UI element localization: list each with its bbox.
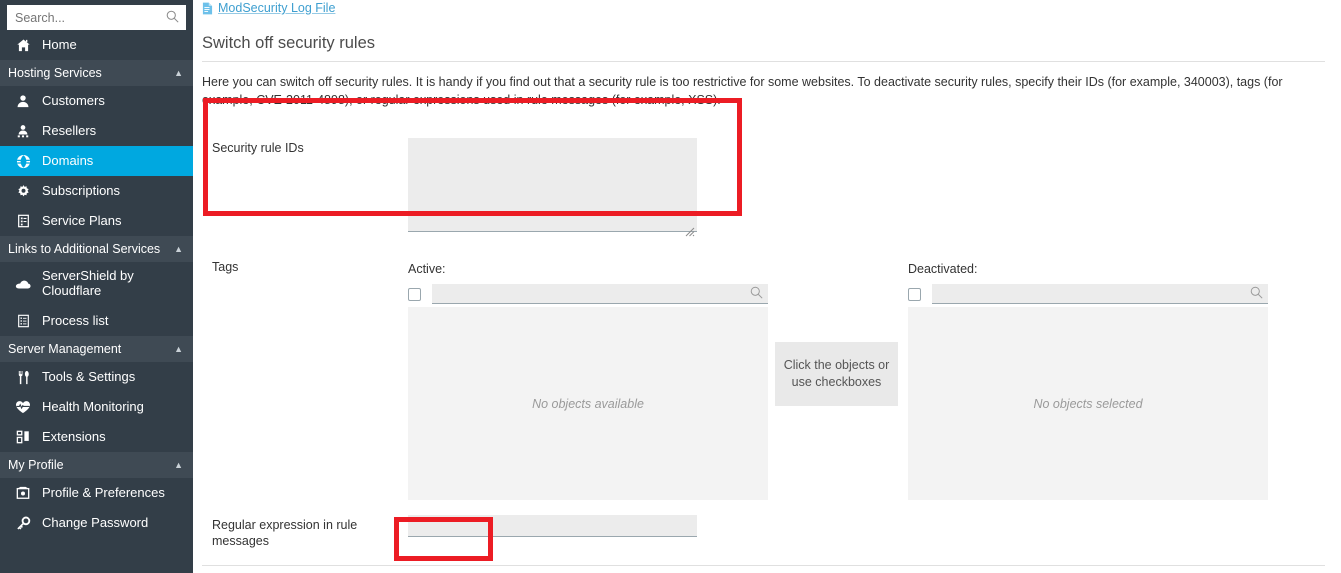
active-pane-empty-text: No objects available [532, 396, 644, 411]
chevron-up-icon: ▲ [174, 459, 183, 470]
chevron-up-icon: ▲ [174, 343, 183, 354]
user-icon [12, 94, 34, 108]
sidebar-item-tools-and-settings[interactable]: Tools & Settings [0, 362, 193, 392]
tags-dual-list: Active: No objects available Click the o… [408, 262, 1268, 500]
deactivated-pane-label: Deactivated: [908, 262, 978, 276]
dual-list-hint: Click the objects or use checkboxes [775, 342, 898, 406]
main-content: ModSecurity Log File Switch off security… [193, 0, 1341, 573]
sidebar-item-profile-and-preferences[interactable]: Profile & Preferences [0, 478, 193, 508]
sidebar-item-domains[interactable]: Domains [0, 146, 193, 176]
security-rule-ids-row: Security rule IDs [202, 125, 1325, 237]
sidebar-section-my-profile[interactable]: My Profile ▲ [0, 452, 193, 478]
sidebar-item-label: Resellers [42, 122, 97, 138]
active-pane-label: Active: [408, 262, 446, 276]
active-pane: Active: No objects available [408, 262, 768, 500]
reseller-icon [12, 124, 34, 138]
gear-icon [12, 184, 34, 199]
sidebar-item-home[interactable]: Home [0, 30, 193, 60]
breadcrumb-modsecurity-log-file[interactable]: ModSecurity Log File [202, 0, 335, 15]
regex-label: Regular expression in rule messages [212, 518, 358, 548]
search-input[interactable] [7, 5, 186, 30]
form-area: Security rule IDs Tags Active: No object… [202, 125, 1325, 573]
deactivated-pane-empty-text: No objects selected [1033, 396, 1143, 411]
sidebar-item-label: Domains [42, 152, 94, 168]
key-icon [12, 516, 34, 531]
active-select-all-checkbox[interactable] [408, 287, 421, 301]
search-icon [1250, 286, 1263, 304]
page-description: Here you can switch off security rules. … [202, 75, 1283, 107]
sidebar-section-links-to-additional-services[interactable]: Links to Additional Services ▲ [0, 236, 193, 262]
deactivated-pane-body[interactable]: No objects selected [908, 307, 1268, 500]
active-search-field[interactable] [432, 284, 768, 304]
sidebar-item-servershield-by-cloudflare[interactable]: ServerShield by Cloudflare [0, 262, 193, 306]
active-pane-body[interactable]: No objects available [408, 307, 768, 500]
cloud-icon [12, 278, 34, 290]
active-search-input[interactable] [432, 284, 768, 303]
extensions-icon [12, 430, 34, 444]
security-rule-ids-field[interactable] [408, 138, 697, 237]
deactivated-pane-search-row [908, 284, 1268, 304]
sidebar-item-resellers[interactable]: Resellers [0, 116, 193, 146]
heart-pulse-icon [12, 400, 34, 414]
sidebar-section-label: My Profile [8, 458, 64, 472]
sidebar-item-change-password[interactable]: Change Password [0, 508, 193, 538]
log-file-icon [202, 2, 213, 15]
sidebar-item-customers[interactable]: Customers [0, 86, 193, 116]
chevron-up-icon: ▲ [174, 243, 183, 254]
sidebar-search[interactable] [7, 5, 186, 30]
sidebar-section-server-management[interactable]: Server Management ▲ [0, 336, 193, 362]
sidebar-item-label: Service Plans [42, 212, 122, 228]
sidebar: Home Hosting Services ▲ Customers Resell… [0, 0, 193, 573]
sidebar-item-label: Customers [42, 92, 105, 108]
sidebar-section-hosting-services[interactable]: Hosting Services ▲ [0, 60, 193, 86]
sidebar-item-label: Home [42, 36, 77, 52]
regex-input[interactable] [408, 515, 697, 537]
list-icon [12, 314, 34, 328]
sidebar-section-label: Links to Additional Services [8, 242, 161, 256]
sidebar-item-label: Change Password [42, 514, 149, 530]
sidebar-item-extensions[interactable]: Extensions [0, 422, 193, 452]
search-icon [750, 286, 763, 304]
home-icon [12, 38, 34, 53]
sidebar-section-label: Hosting Services [8, 66, 102, 80]
breadcrumb-label: ModSecurity Log File [218, 1, 336, 15]
sidebar-item-label: Extensions [42, 428, 106, 444]
page-title: Switch off security rules [202, 34, 1325, 62]
sidebar-item-service-plans[interactable]: Service Plans [0, 206, 193, 236]
security-rule-ids-label: Security rule IDs [212, 141, 304, 155]
search-icon [166, 10, 179, 28]
sidebar-item-health-monitoring[interactable]: Health Monitoring [0, 392, 193, 422]
tags-row: Tags Active: No objects available Click … [202, 237, 1325, 500]
security-rule-ids-input[interactable] [408, 138, 697, 232]
regex-row: Regular expression in rule messages [202, 515, 1325, 549]
deactivated-pane: Deactivated: No objects selected [908, 262, 1268, 500]
sidebar-item-label: Process list [42, 312, 109, 328]
tags-label: Tags [212, 260, 239, 274]
deactivated-search-field[interactable] [932, 284, 1268, 304]
sidebar-item-label: Profile & Preferences [42, 484, 165, 500]
profile-icon [12, 486, 34, 500]
tools-icon [12, 370, 34, 385]
sidebar-item-label: Subscriptions [42, 182, 121, 198]
sidebar-item-label: Tools & Settings [42, 368, 136, 384]
sidebar-section-label: Server Management [8, 342, 122, 356]
chevron-up-icon: ▲ [174, 67, 183, 78]
sidebar-item-label: ServerShield by Cloudflare [42, 268, 134, 298]
sidebar-item-process-list[interactable]: Process list [0, 306, 193, 336]
application-window: Home Hosting Services ▲ Customers Resell… [0, 0, 1341, 573]
globe-icon [12, 154, 34, 169]
deactivated-select-all-checkbox[interactable] [908, 287, 921, 301]
active-pane-search-row [408, 284, 768, 304]
footer-divider [202, 565, 1325, 566]
deactivated-search-input[interactable] [932, 284, 1268, 303]
clipboard-icon [12, 214, 34, 228]
sidebar-item-label: Health Monitoring [42, 398, 144, 414]
sidebar-item-subscriptions[interactable]: Subscriptions [0, 176, 193, 206]
